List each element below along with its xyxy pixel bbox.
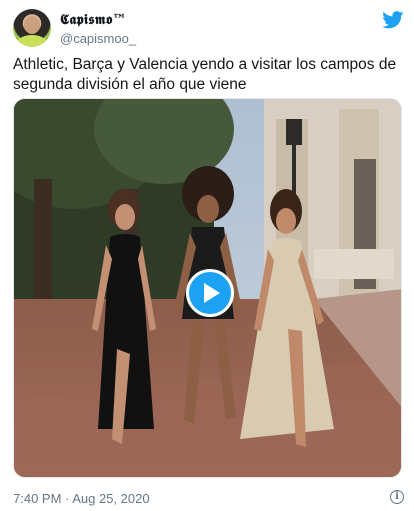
info-icon[interactable]: i (390, 490, 404, 504)
play-icon (204, 283, 220, 303)
tweet-header: 𝕮𝖆𝖕𝖎𝖘𝖒𝖔™ @capismoo_ (13, 9, 404, 49)
tweet-timestamp[interactable]: 7:40 PM · Aug 25, 2020 (13, 491, 150, 506)
avatar[interactable] (13, 9, 51, 47)
tweet-text: Athletic, Barça y Valencia yendo a visit… (13, 56, 397, 93)
video-media[interactable] (13, 98, 402, 478)
twitter-bird-icon[interactable] (382, 11, 404, 29)
author-names[interactable]: 𝕮𝖆𝖕𝖎𝖘𝖒𝖔™ @capismoo_ (60, 12, 136, 46)
avatar-shirt (17, 35, 47, 47)
play-button[interactable] (186, 269, 234, 317)
user-handle[interactable]: @capismoo_ (60, 31, 136, 46)
avatar-face (24, 16, 40, 34)
display-name[interactable]: 𝕮𝖆𝖕𝖎𝖘𝖒𝖔™ (60, 12, 136, 28)
tweet-footer: 7:40 PM · Aug 25, 2020 i (13, 490, 404, 508)
tweet-card: 𝕮𝖆𝖕𝖎𝖘𝖒𝖔™ @capismoo_ Athletic, Barça y Va… (0, 0, 414, 511)
